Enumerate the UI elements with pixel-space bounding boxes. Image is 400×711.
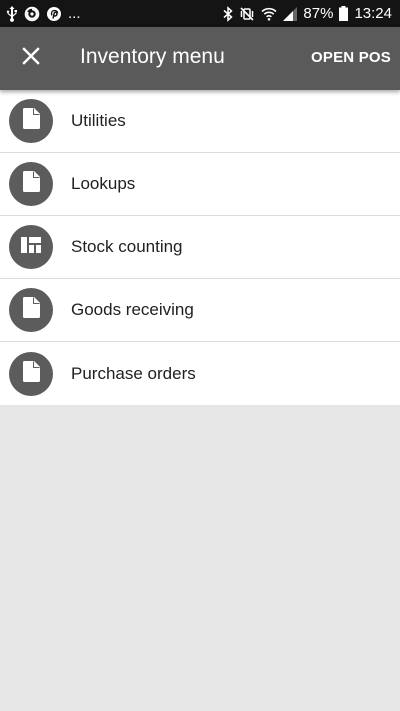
vibrate-off-icon: [239, 6, 255, 22]
menu-item-label: Purchase orders: [71, 363, 196, 383]
menu-item-label: Utilities: [71, 111, 126, 130]
document-icon: [22, 171, 40, 197]
menu-item-avatar: [9, 99, 53, 143]
menu-item-avatar: [9, 225, 53, 269]
pinterest-icon: [46, 6, 62, 22]
status-bar-right: 87% 13:24: [223, 5, 392, 22]
menu-item-avatar: [9, 288, 53, 332]
battery-icon: [339, 6, 349, 21]
status-overflow: ...: [68, 5, 81, 22]
menu-item-label: Stock counting: [71, 237, 183, 256]
menu-item-stock-counting[interactable]: Stock counting: [0, 216, 400, 279]
dashboard-icon: [21, 236, 41, 258]
status-bar-left: ...: [6, 5, 81, 22]
menu-item-goods-receiving[interactable]: Goods receiving: [0, 279, 400, 342]
menu-item-label: Lookups: [71, 174, 136, 193]
signal-icon: [283, 6, 298, 21]
status-bar: ... 87% 13:24: [0, 0, 400, 27]
sync-icon: [24, 6, 40, 22]
bluetooth-icon: [223, 5, 234, 22]
menu-item-label: Goods receiving: [71, 300, 194, 319]
menu-item-utilities[interactable]: Utilities: [0, 90, 400, 153]
open-pos-button[interactable]: OPEN POS: [311, 49, 391, 66]
menu-item-lookups[interactable]: Lookups: [0, 153, 400, 216]
usb-icon: [6, 5, 18, 22]
status-time: 13:24: [354, 5, 392, 22]
document-icon: [22, 360, 40, 387]
app-bar: Inventory menu OPEN POS: [0, 27, 400, 90]
menu-item-purchase-orders[interactable]: Purchase orders: [0, 342, 400, 405]
page-title: Inventory menu: [80, 45, 225, 68]
close-button[interactable]: [14, 41, 48, 75]
document-icon: [22, 297, 40, 323]
close-icon: [22, 46, 40, 70]
menu-list: Utilities Lookups Stock counting Goods r…: [0, 90, 400, 405]
menu-item-avatar: [9, 351, 53, 396]
document-icon: [22, 108, 40, 134]
wifi-icon: [261, 6, 277, 22]
menu-item-avatar: [9, 162, 53, 206]
battery-percent: 87%: [303, 5, 334, 22]
